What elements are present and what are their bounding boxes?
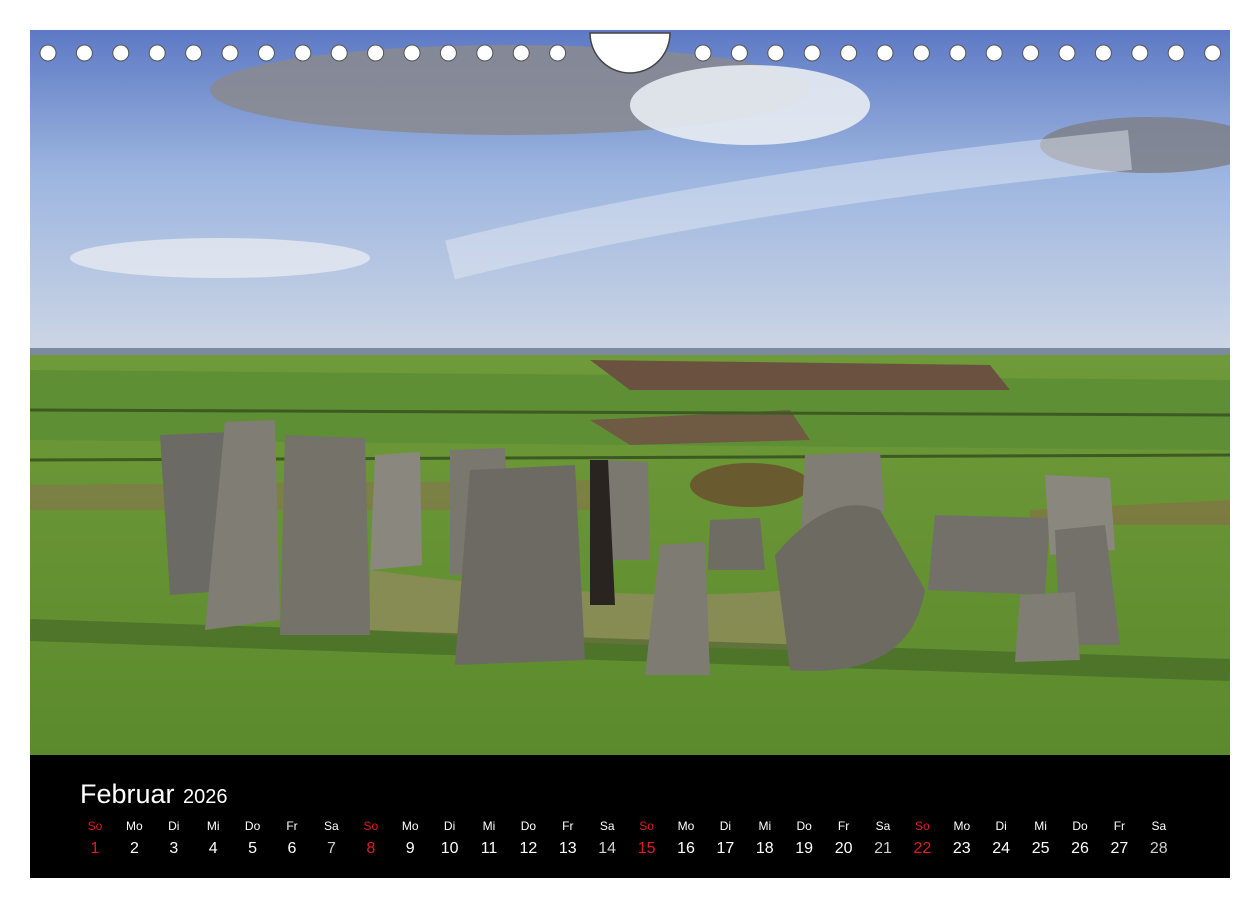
binding-hole [985,44,1003,62]
weekday-label: Fr [286,819,298,833]
binding-hole [403,44,421,62]
day-number: 14 [598,840,617,857]
day-number: 5 [248,840,258,857]
binding-hole [294,44,312,62]
day-number: 9 [405,840,415,857]
weekday-label: So [87,819,103,833]
binding-hole [476,44,494,62]
binding-hole [730,44,748,62]
day-number: 13 [558,840,577,857]
day-number: 17 [716,840,735,857]
binding-hole [112,44,130,62]
page-title: Februar 2026 [80,779,228,810]
binding-hole [912,44,930,62]
weekday-label: Sa [1151,819,1167,833]
weekday-label: Mo [953,819,971,833]
weekday-label: Sa [324,819,339,833]
day-number: 15 [637,840,656,857]
day-number: 27 [1110,840,1129,857]
binding-hole [39,44,57,62]
day-number: 20 [834,840,853,857]
weekday-label: Fr [1113,819,1126,833]
binding-hole [185,44,203,62]
weekday-label: Mo [677,819,695,833]
weekday-label: Do [244,819,261,833]
binding-hole [1094,44,1112,62]
weekday-label: Do [796,819,812,833]
day-number: 25 [1031,840,1050,857]
day-number: 12 [519,840,538,857]
weekday-label: Di [168,819,180,833]
binding-hole [439,44,457,62]
year-label: 2026 [183,786,228,808]
binding-hole [1131,44,1149,62]
weekday-label: Fr [837,819,850,833]
binding-hole [257,44,275,62]
day-number: 7 [326,840,336,857]
weekday-label: Mo [401,819,419,833]
binding-hole [949,44,967,62]
weekday-label: So [363,819,379,833]
day-number: 16 [677,840,695,857]
binding-hole [803,44,821,62]
day-number: 26 [1071,840,1089,857]
binding-hole [75,44,93,62]
weekday-label: Mi [482,819,496,833]
calendar-page: Februar 2026 So 1 Mo 2 Di 3 Mi 4 Do 5 Fr 6 Sa 7 So 8 Mo 9… [30,30,1230,878]
binding-hole [1167,44,1185,62]
day-number: 23 [952,840,971,857]
weekday-label: Di [995,819,1007,833]
weekday-label: Mi [206,819,220,833]
binding-hole [767,44,785,62]
calendar-grid: Februar 2026 So 1 Mo 2 Di 3 Mi 4 Do 5 Fr 6 Sa 7 So 8 Mo 9… [30,755,1230,878]
hanger-notch [589,32,671,74]
weekday-label: So [639,819,654,833]
binding-hole [876,44,894,62]
day-number: 28 [1149,840,1168,857]
day-number: 24 [992,840,1011,857]
weekday-label: Fr [562,819,574,833]
binding-hole [694,44,712,62]
weekday-label: Mi [758,819,772,833]
binding-hole [221,44,239,62]
month-label: Februar [80,779,175,809]
day-number: 19 [795,840,814,857]
weekday-label: So [915,819,930,833]
weekday-label: Sa [599,819,615,833]
weekday-label: Mi [1034,819,1047,833]
day-number: 3 [169,840,179,857]
day-number: 4 [208,840,218,857]
binding-hole [148,44,166,62]
day-number: 18 [755,840,774,857]
weekday-label: Do [1072,819,1088,833]
day-number: 1 [90,840,100,857]
day-number: 2 [129,840,139,857]
weekday-label: Mo [126,819,143,833]
day-number: 22 [913,840,932,857]
binding-hole [512,44,530,62]
binding-hole [330,44,348,62]
day-number: 10 [440,840,459,857]
binding-hole [367,44,385,62]
day-number: 11 [480,840,498,857]
weekday-label: Di [443,819,456,833]
binding-hole [549,44,567,62]
day-number: 8 [366,840,376,857]
binding-hole [840,44,858,62]
weekday-label: Do [520,819,537,833]
weekday-label: Di [719,819,732,833]
binding-hole [1204,44,1222,62]
day-number: 6 [287,840,297,857]
day-number: 21 [874,840,892,857]
binding-hole [1022,44,1040,62]
binding-holes [39,32,1222,74]
binding-hole [1058,44,1076,62]
stone-circle-photo [30,30,1230,755]
weekday-label: Sa [875,819,891,833]
